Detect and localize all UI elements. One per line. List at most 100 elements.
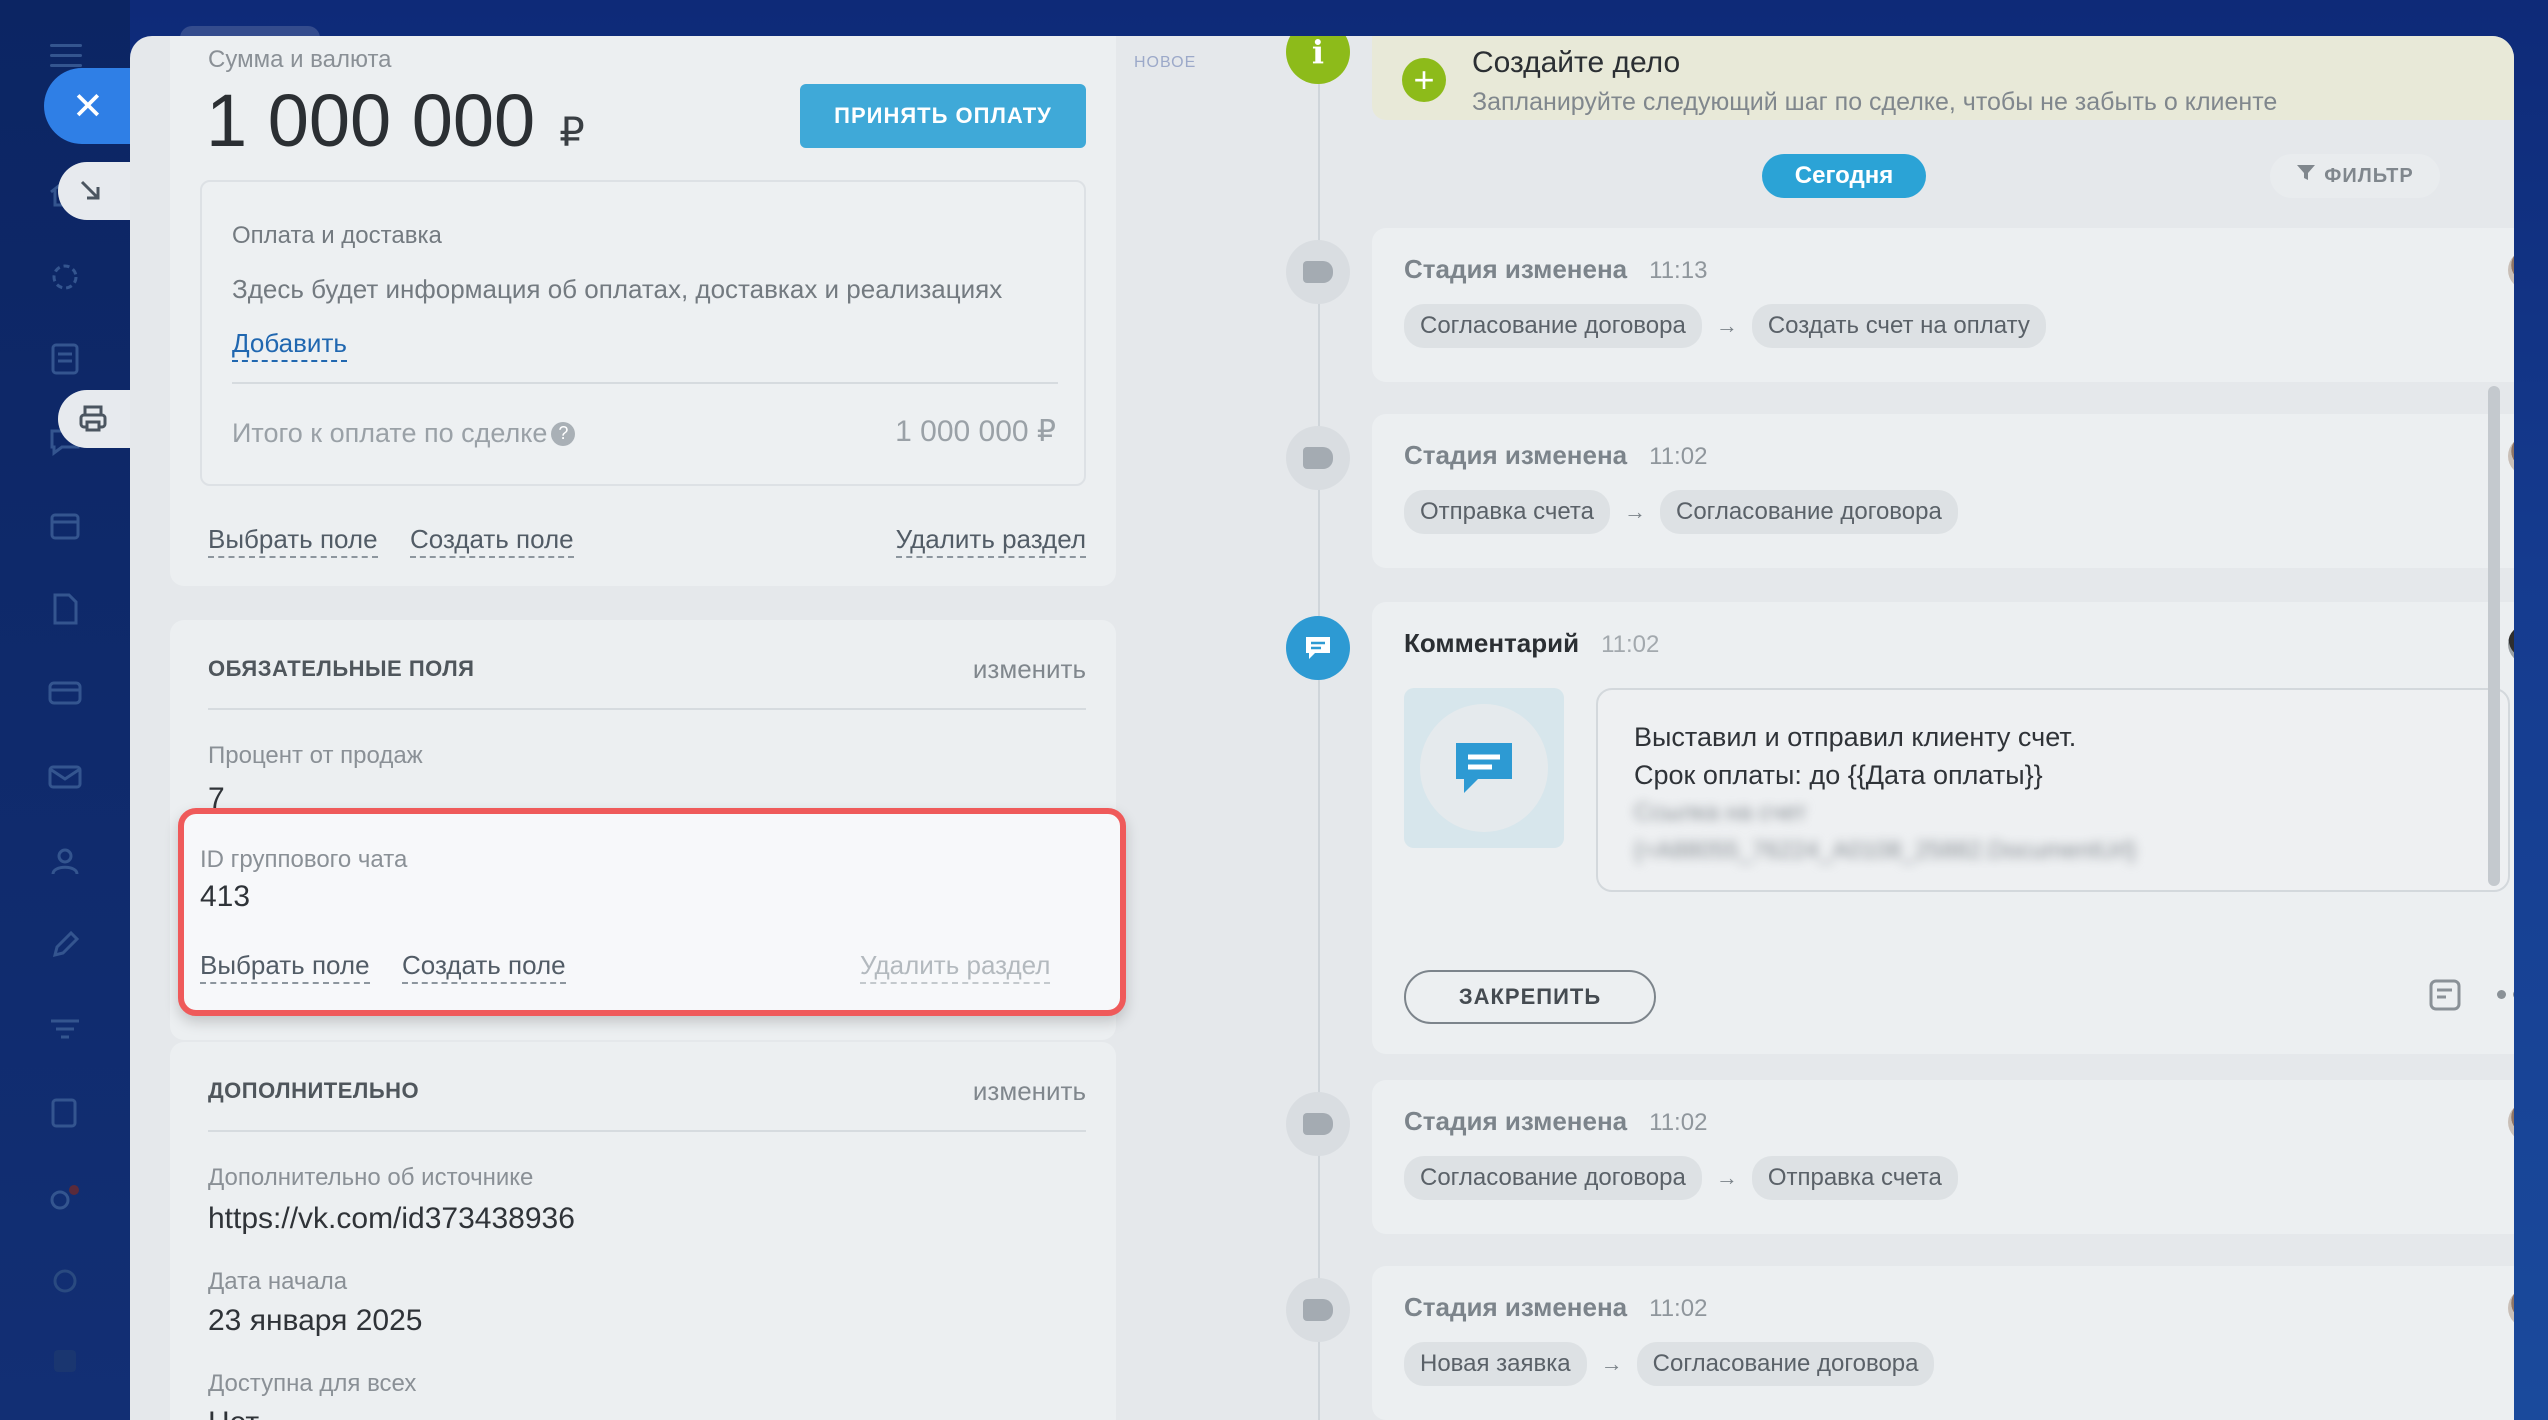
sales-percent-label: Процент от продаж [208, 742, 423, 769]
arrow-icon: → [1624, 499, 1646, 524]
delete-section-link[interactable]: Удалить раздел [895, 524, 1086, 558]
start-date-label: Дата начала [208, 1268, 348, 1295]
comment-time: 11:02 [1601, 631, 1660, 658]
create-field-link[interactable]: Создать поле [410, 524, 574, 558]
print-icon [79, 405, 107, 432]
create-field-link[interactable]: Создать поле [402, 950, 566, 984]
mail-icon[interactable] [44, 756, 86, 798]
comment-line: Срок оплаты: до {{Дата оплаты}} [1634, 760, 2043, 790]
avatar[interactable] [2508, 1288, 2514, 1328]
delivery-hint: Здесь будет информация об оплатах, доста… [232, 274, 1003, 304]
additional-divider [208, 1130, 1086, 1132]
contacts-icon[interactable] [44, 840, 86, 882]
stage-to-chip: Отправка счета [1751, 1156, 1958, 1200]
create-task-card[interactable]: + Создайте дело Запланируйте следующий ш… [1372, 36, 2514, 120]
activity-icon[interactable] [44, 256, 86, 298]
total-label-row: Итого к оплате по сделке ? [232, 418, 576, 449]
currency-symbol: ₽ [559, 111, 585, 155]
apps-icon[interactable] [44, 1340, 86, 1382]
note-icon[interactable] [2428, 978, 2462, 1017]
stage-from-chip: Новая заявка [1404, 1342, 1587, 1386]
delivery-title: Оплата и доставка [232, 222, 442, 249]
stage-to-chip: Согласование договора [1636, 1342, 1935, 1386]
menu-icon[interactable] [50, 44, 82, 68]
arrow-icon: → [1715, 313, 1738, 338]
event-time: 11:02 [1649, 1109, 1708, 1136]
event-title: Стадия изменена [1404, 1106, 1628, 1136]
timeline-scrollbar[interactable] [2488, 386, 2500, 886]
stage-dot [1286, 1278, 1350, 1342]
calendar-icon[interactable] [44, 504, 86, 546]
stage-to-chip: Согласование договора [1660, 490, 1958, 534]
additional-title: ДОПОЛНИТЕЛЬНО [208, 1078, 420, 1103]
robots-icon[interactable] [44, 1176, 86, 1218]
card-icon[interactable] [44, 672, 86, 714]
start-date-value: 23 января 2025 [208, 1304, 423, 1337]
event-title: Стадия изменена [1404, 440, 1628, 470]
tag-icon [1303, 261, 1333, 283]
amount-value: 1 000 000 [206, 79, 536, 162]
select-field-link[interactable]: Выбрать поле [200, 950, 370, 984]
stage-dot [1286, 240, 1350, 304]
required-edit-link[interactable]: изменить [973, 654, 1086, 685]
required-divider [208, 708, 1086, 710]
avatar[interactable] [2508, 624, 2514, 664]
funnel-icon[interactable] [44, 1008, 86, 1050]
avatar[interactable] [2508, 250, 2514, 290]
stage-to-chip: Создать счет на оплату [1751, 304, 2046, 348]
notes-icon[interactable] [44, 1092, 86, 1134]
more-icon[interactable] [2497, 990, 2514, 999]
minimize-slider-button[interactable] [58, 162, 130, 220]
group-chat-value[interactable]: 413 [200, 880, 250, 914]
event-time: 11:13 [1649, 257, 1708, 284]
event-time: 11:02 [1649, 1295, 1708, 1322]
filter-button[interactable]: ФИЛЬТР [2270, 154, 2440, 198]
tasks-icon[interactable] [44, 338, 86, 380]
event-time: 11:02 [1649, 443, 1708, 470]
create-task-title: Создайте дело [1472, 46, 1681, 79]
stage-from-chip: Согласование договора [1404, 1156, 1702, 1200]
pin-button[interactable]: ЗАКРЕПИТЬ [1404, 970, 1656, 1024]
total-label: Итого к оплате по сделке [232, 418, 548, 448]
settings-icon[interactable] [44, 1260, 86, 1302]
new-label: НОВОЕ [1134, 54, 1197, 71]
info-icon: i [1286, 36, 1350, 84]
comment-body[interactable]: Выставил и отправил клиенту счет. Срок о… [1596, 688, 2510, 892]
accept-payment-button[interactable]: ПРИНЯТЬ ОПЛАТУ [800, 84, 1086, 148]
additional-card: ДОПОЛНИТЕЛЬНО изменить Дополнительно об … [170, 1042, 1116, 1420]
delivery-divider [232, 382, 1058, 384]
select-field-link[interactable]: Выбрать поле [208, 524, 378, 558]
total-value: 1 000 000 ₽ [895, 415, 1056, 448]
tag-icon [1303, 447, 1333, 469]
stage-dot [1286, 1092, 1350, 1156]
filter-icon [2296, 164, 2316, 188]
stage-from-chip: Согласование договора [1404, 304, 1702, 348]
additional-edit-link[interactable]: изменить [973, 1076, 1086, 1107]
group-chat-label: ID группового чата [200, 846, 408, 873]
arrow-icon: → [1600, 1351, 1623, 1376]
help-icon[interactable]: ? [551, 421, 576, 446]
timeline-event: Стадия изменена 11:02 Согласование догов… [1372, 1080, 2514, 1234]
tag-icon [1303, 1113, 1333, 1135]
comment-line: Ссылка на счет [1634, 799, 1807, 826]
required-fields-title: ОБЯЗАТЕЛЬНЫЕ ПОЛЯ [208, 656, 475, 681]
edit-icon[interactable] [44, 924, 86, 966]
create-task-hint: Запланируйте следующий шаг по сделке, чт… [1472, 88, 2278, 116]
close-slider-button[interactable]: ✕ [44, 68, 142, 144]
comment-line: Выставил и отправил клиенту счет. [1634, 722, 2077, 752]
document-icon[interactable] [44, 588, 86, 630]
avatar[interactable] [2508, 1102, 2514, 1142]
comment-icon [1306, 637, 1330, 659]
plus-icon[interactable]: + [1402, 58, 1446, 102]
timeline-event: Стадия изменена 11:02 Новая заявка → Сог… [1372, 1266, 2514, 1420]
event-title: Стадия изменена [1404, 1292, 1628, 1322]
access-value: Нет [208, 1406, 259, 1420]
payment-card: Сумма и валюта 1 000 000 ₽ ПРИНЯТЬ ОПЛАТ… [170, 36, 1116, 586]
delete-section-link[interactable]: Удалить раздел [860, 950, 1051, 984]
avatar[interactable] [2508, 436, 2514, 476]
source-value[interactable]: https://vk.com/id373438936 [208, 1202, 575, 1236]
timeline-event: Стадия изменена 11:02 Отправка счета → С… [1372, 414, 2514, 568]
add-payment-link[interactable]: Добавить [232, 328, 347, 362]
print-button[interactable] [58, 390, 130, 448]
comment-preview [1404, 688, 1564, 848]
